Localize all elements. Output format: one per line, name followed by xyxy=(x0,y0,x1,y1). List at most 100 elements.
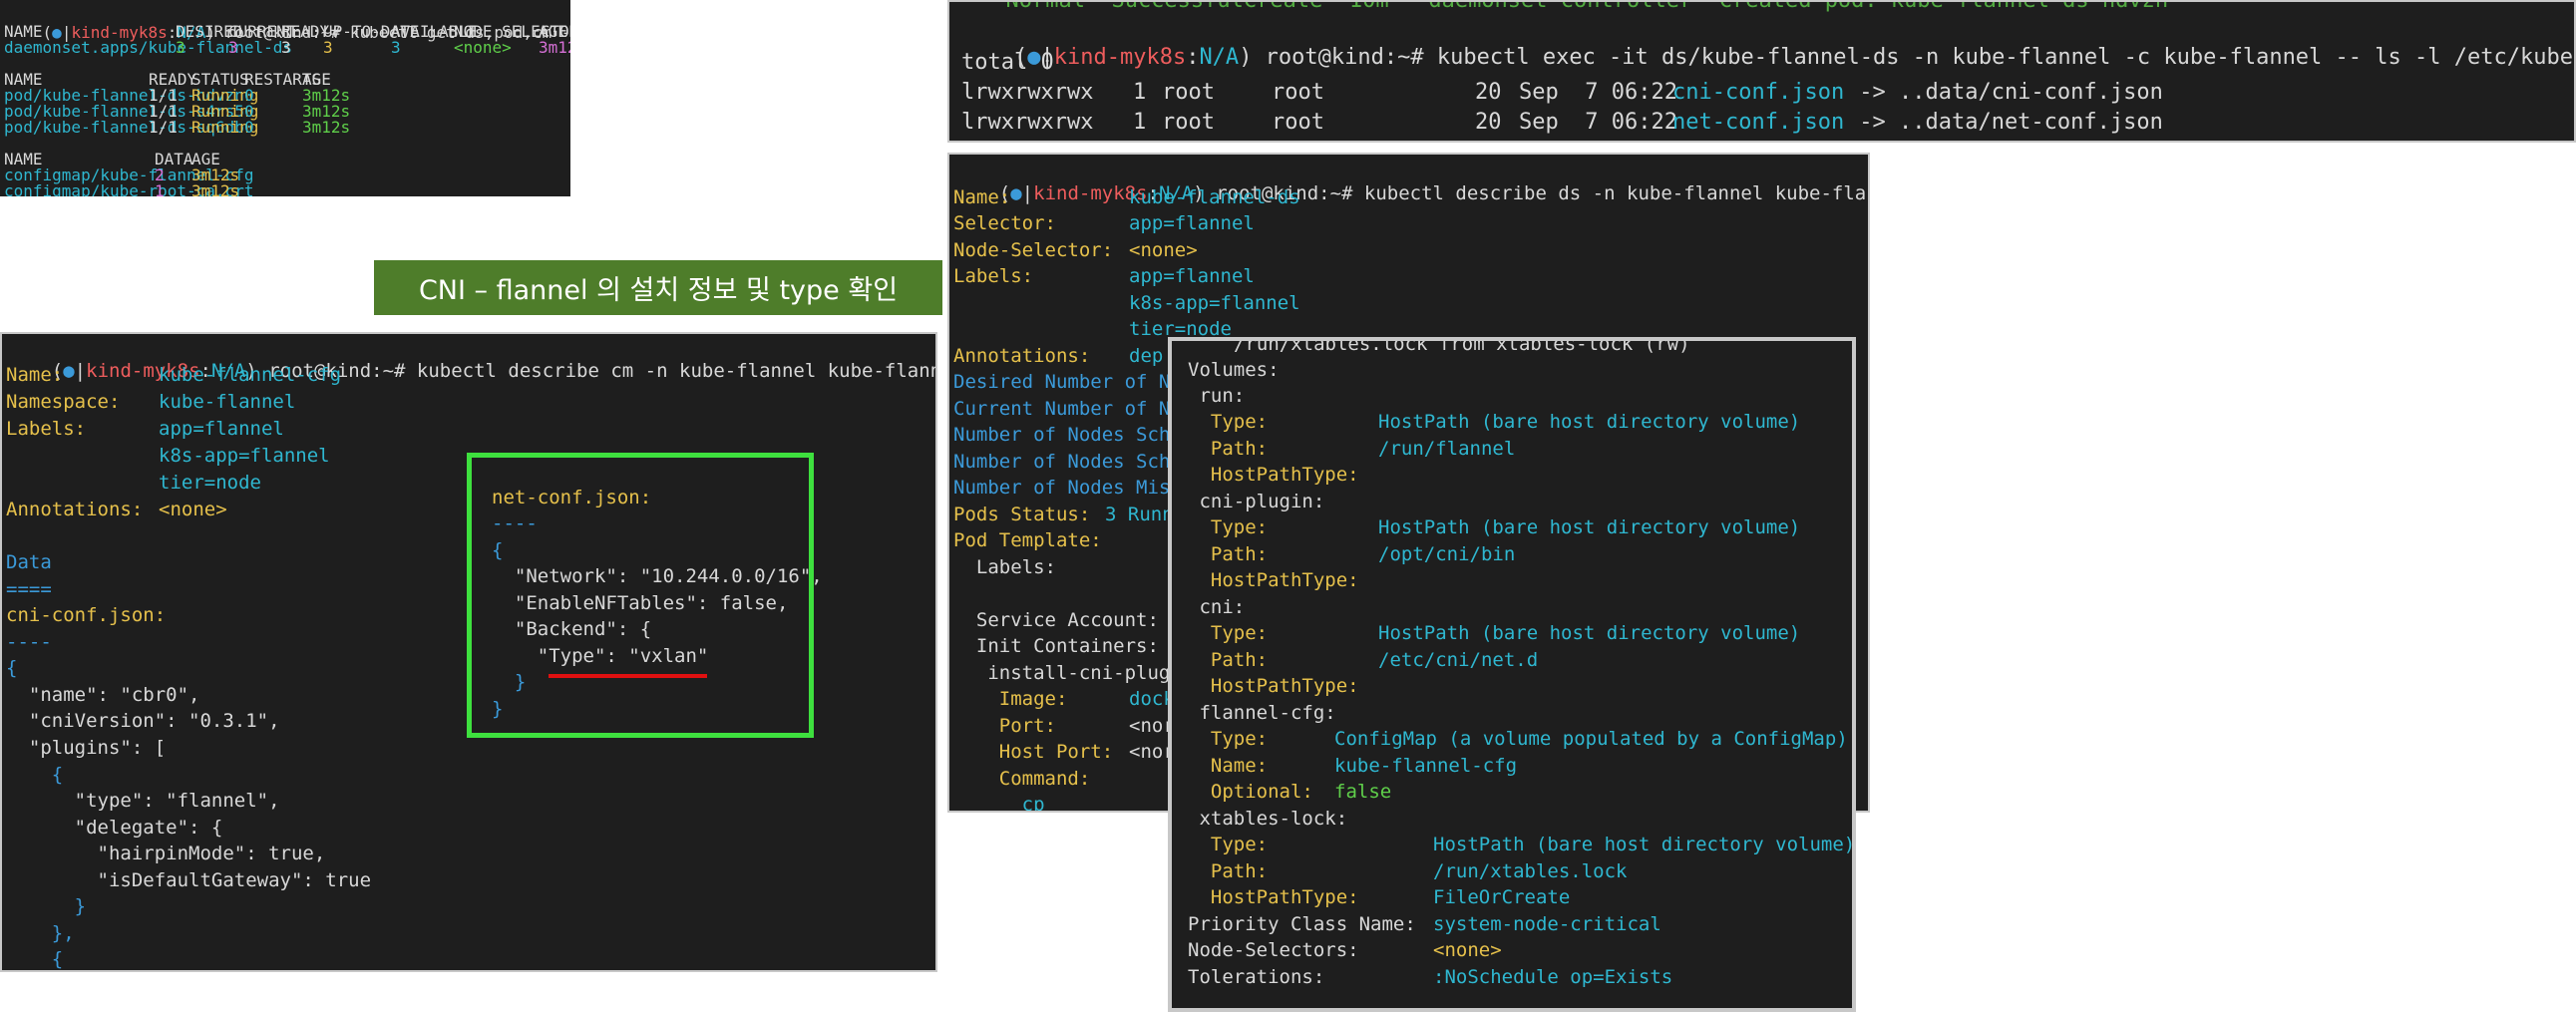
json-line: "name": "cbr0", xyxy=(6,684,200,706)
field-key: Volumes: xyxy=(1188,359,1280,381)
field-key: Name: xyxy=(6,364,64,386)
field-key: Port: xyxy=(953,715,1056,737)
field-value: app=flannel xyxy=(159,418,284,440)
field-value: app=flannel xyxy=(1129,265,1255,287)
event-line-partial: Normal SuccessfulCreate 10m daemonset-co… xyxy=(979,0,2169,13)
ls-total: total 0 xyxy=(961,50,1054,75)
table-cell: 3 xyxy=(176,38,185,57)
field-value: /run/flannel xyxy=(1378,438,1516,460)
table-cell: 1/1 xyxy=(149,118,178,137)
file-perm: lrwxrwxrwx xyxy=(961,110,1094,135)
volume-name: cni: xyxy=(1188,596,1246,618)
field-key: Host Port: xyxy=(953,741,1114,763)
field-key: Priority Class Name: xyxy=(1188,913,1416,935)
terminal-volumes-overlay[interactable]: /run/xtables.lock from xtables-lock (rw)… xyxy=(1168,337,1856,1012)
field-key: HostPathType: xyxy=(1188,675,1359,697)
file-group: root xyxy=(1272,80,1324,105)
terminal-get-resources[interactable]: (●|kind-myk8s:N/A) root@kind:~# kubectl … xyxy=(0,0,570,196)
json-line: { xyxy=(492,539,504,561)
field-key: HostPathType: xyxy=(1188,464,1359,486)
field-key: Type: xyxy=(1188,516,1269,538)
field-key: Desired Number of No xyxy=(953,371,1182,393)
field-key: cp xyxy=(953,794,1045,813)
field-key: Image: xyxy=(953,688,1068,710)
field-value: HostPath (bare host directory volume) xyxy=(1378,622,1801,644)
file-name[interactable]: cni-conf.json xyxy=(1672,80,1844,105)
field-key: Pods Status: xyxy=(953,504,1091,525)
table-cell: 3m12s xyxy=(191,181,240,196)
field-key: Selector: xyxy=(953,212,1056,234)
table-cell: daemonset.apps/kube-flannel-ds xyxy=(4,38,292,57)
field-key: Annotations: xyxy=(953,345,1091,367)
field-value: kube-flannel-cfg xyxy=(1334,755,1518,777)
field-value: app=flannel xyxy=(1129,212,1255,234)
field-value: system-node-critical xyxy=(1433,913,1661,935)
file-links: 1 xyxy=(1133,110,1147,135)
field-key: Labels: xyxy=(953,556,1056,578)
field-key: Optional: xyxy=(1188,781,1313,803)
json-line: "Backend": { xyxy=(492,618,652,640)
field-key: Path: xyxy=(1188,543,1269,565)
field-key: Labels: xyxy=(953,265,1034,287)
json-line: "Network": "10.244.0.0/16", xyxy=(492,565,823,587)
cni-conf-title: cni-conf.json: xyxy=(6,604,167,626)
prompt-colon: : xyxy=(1186,45,1200,70)
volume-name: cni-plugin: xyxy=(1188,491,1325,512)
field-key: Type: xyxy=(1188,622,1269,644)
volume-name: flannel-cfg: xyxy=(1188,702,1336,724)
json-line: { xyxy=(6,948,64,970)
table-cell: 0 xyxy=(244,118,254,137)
field-value: k8s-app=flannel xyxy=(1129,292,1300,314)
file-user: root xyxy=(1162,110,1215,135)
json-line: } xyxy=(6,895,87,917)
json-line: "isDefaultGateway": true xyxy=(6,869,372,891)
file-size: 20 xyxy=(1475,110,1502,135)
section-separator: ---- xyxy=(6,631,52,653)
field-key: Name: xyxy=(1188,755,1269,777)
command-text: kubectl exec -it ds/kube-flannel-ds -n k… xyxy=(1436,45,2576,70)
volume-name: xtables-lock: xyxy=(1188,808,1348,830)
file-links: 1 xyxy=(1133,80,1147,105)
field-key: Init Containers: xyxy=(953,635,1159,657)
file-name[interactable]: net-conf.json xyxy=(1672,110,1844,135)
file-group: root xyxy=(1272,110,1324,135)
caption-badge: CNI – flannel 의 설치 정보 및 type 확인 xyxy=(374,260,942,315)
field-key: Path: xyxy=(1188,860,1269,882)
json-line: "plugins": [ xyxy=(6,737,167,759)
table-cell: 1 xyxy=(155,181,165,196)
field-key: Current Number of N xyxy=(953,398,1171,420)
field-key: Number of Nodes Sche xyxy=(953,451,1182,473)
field-key: HostPathType: xyxy=(1188,569,1359,591)
prompt-dot-icon: ● xyxy=(63,360,75,382)
field-value: /etc/cni/net.d xyxy=(1378,649,1539,671)
prompt-line: (●|kind-myk8s:N/A) root@kind:~# kubectl … xyxy=(953,161,1868,226)
table-cell: 3m12s xyxy=(302,118,351,137)
field-key: Number of Nodes Miss xyxy=(953,477,1182,499)
vxlan-underline xyxy=(549,674,707,678)
section-separator: ---- xyxy=(492,512,538,534)
file-user: root xyxy=(1162,80,1215,105)
file-link-target: -> ..data/net-conf.json xyxy=(1846,110,2163,135)
file-date: Sep 7 06:22 xyxy=(1519,110,1677,135)
prompt-user: root@kind:~# xyxy=(1252,45,1437,70)
terminal-exec-ls[interactable]: Normal SuccessfulCreate 10m daemonset-co… xyxy=(947,0,2576,143)
field-key: Annotations: xyxy=(6,499,144,520)
caption-text: CNI – flannel 의 설치 정보 및 type 확인 xyxy=(418,275,899,306)
field-value: k8s-app=flannel xyxy=(159,445,330,467)
prompt-bar: | xyxy=(74,360,87,382)
volume-mount-line: /run/xtables.lock from xtables-lock (rw) xyxy=(1234,337,1690,355)
field-key: Labels: xyxy=(6,418,87,440)
field-value: false xyxy=(1334,781,1392,803)
field-value: HostPath (bare host directory volume) xyxy=(1378,411,1801,433)
section-title: Data xyxy=(6,551,52,573)
json-line: "type": "flannel", xyxy=(6,790,280,812)
prompt-bar: | xyxy=(1021,182,1034,204)
field-key: Name: xyxy=(953,186,1011,208)
field-value: ConfigMap (a volume populated by a Confi… xyxy=(1334,728,1848,750)
table-cell: 3m12s xyxy=(539,38,570,57)
table-cell: 3 xyxy=(391,38,401,57)
field-key: Path: xyxy=(1188,438,1269,460)
field-value: FileOrCreate xyxy=(1433,886,1571,908)
file-perm: lrwxrwxrwx xyxy=(961,80,1094,105)
section-separator: ==== xyxy=(6,578,52,600)
